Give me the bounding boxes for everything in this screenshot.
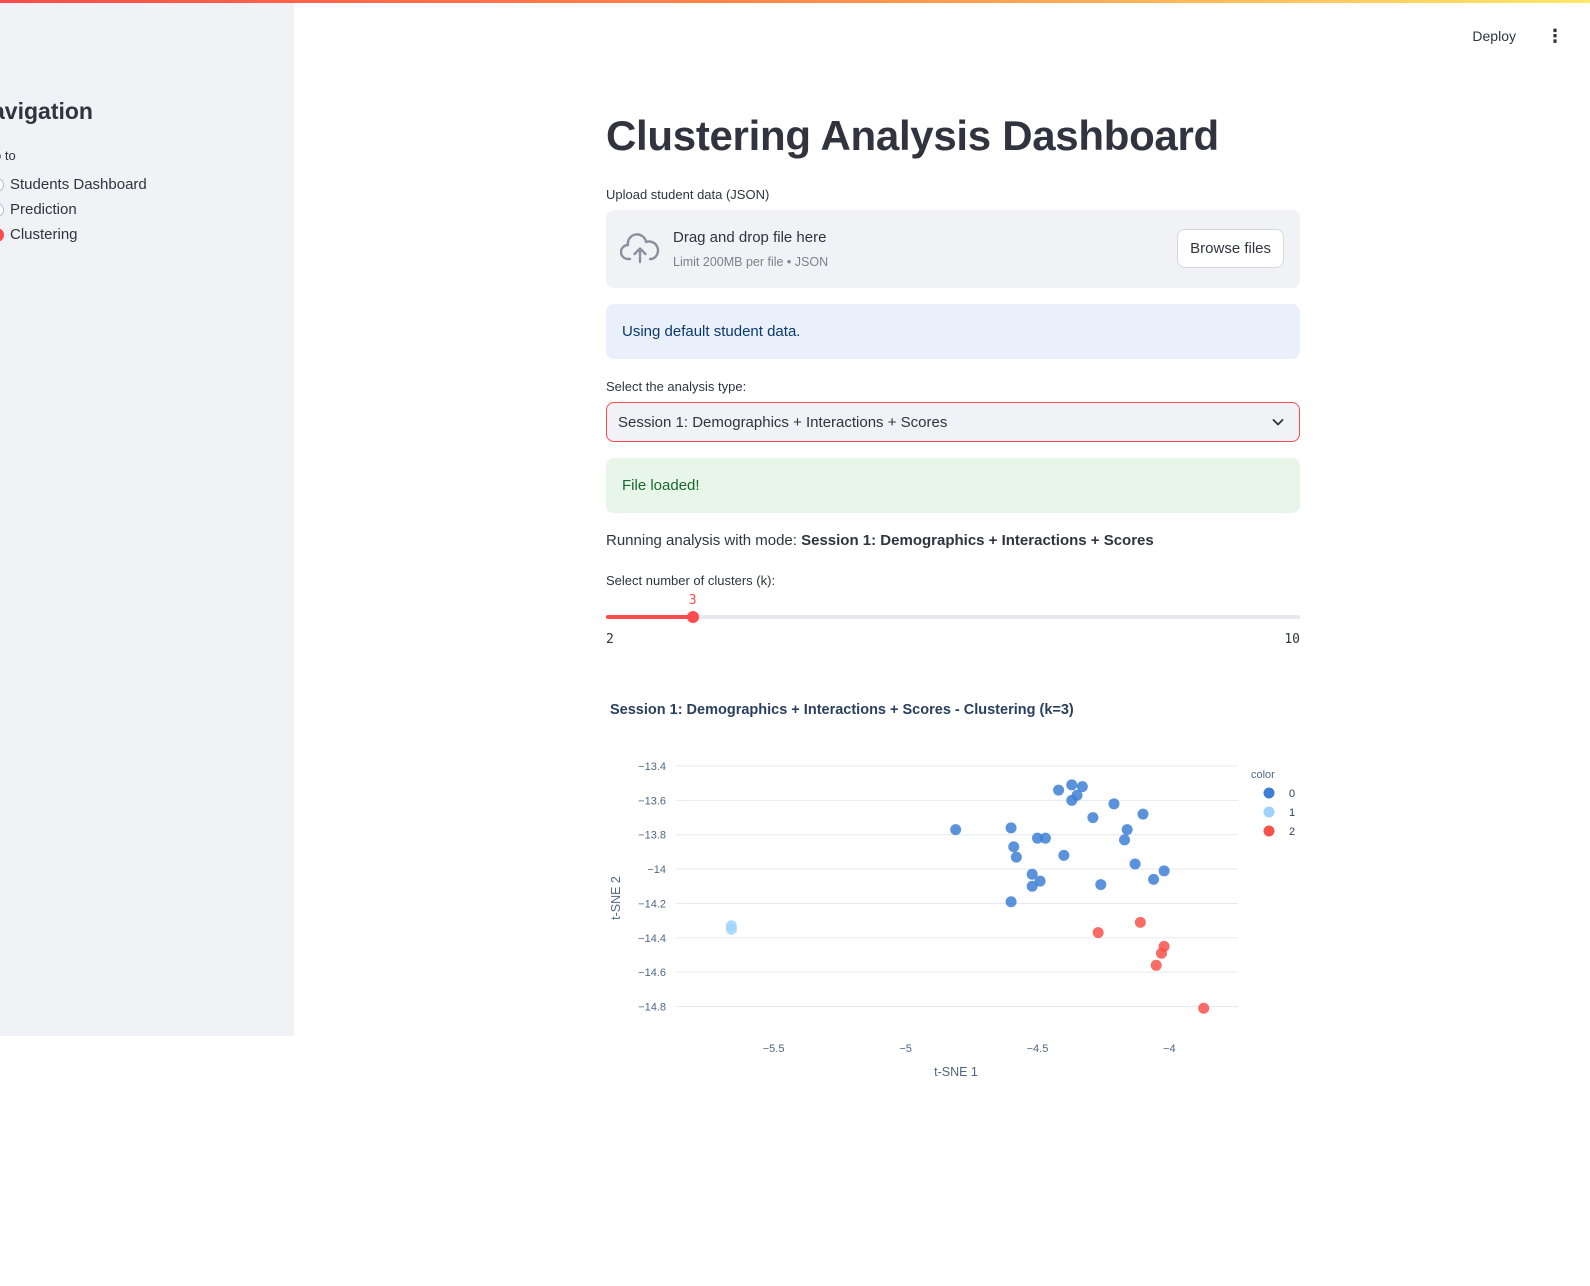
radio-selected-icon bbox=[0, 227, 4, 242]
x-tick-label: −5 bbox=[899, 1043, 912, 1055]
deploy-button[interactable]: Deploy bbox=[1466, 24, 1522, 48]
scatter-point-cluster-0[interactable] bbox=[1066, 779, 1078, 791]
analysis-type-label: Select the analysis type: bbox=[606, 379, 747, 394]
scatter-point-cluster-0[interactable] bbox=[1087, 812, 1099, 824]
browse-files-button[interactable]: Browse files bbox=[1177, 229, 1284, 268]
chevron-down-icon bbox=[1272, 419, 1284, 426]
cluster-slider-track[interactable] bbox=[606, 615, 1300, 619]
scatter-point-cluster-0[interactable] bbox=[1129, 858, 1141, 870]
scatter-point-cluster-0[interactable] bbox=[1119, 834, 1131, 846]
page-title: Clustering Analysis Dashboard bbox=[606, 112, 1219, 159]
dropzone-limit: Limit 200MB per file • JSON bbox=[673, 255, 829, 269]
header-toolbar: Deploy ⋮ bbox=[1466, 24, 1570, 48]
scatter-point-cluster-0[interactable] bbox=[1010, 851, 1022, 863]
nav-item-label: Students Dashboard bbox=[10, 176, 147, 193]
nav-item-label: Clustering bbox=[10, 226, 78, 243]
y-tick-label: −14.8 bbox=[638, 1002, 666, 1014]
legend-marker-2 bbox=[1263, 825, 1275, 837]
scatter-point-cluster-2[interactable] bbox=[1155, 947, 1167, 959]
cluster-slider-max: 10 bbox=[1284, 632, 1300, 647]
nav-item-clustering[interactable]: Clustering bbox=[0, 222, 147, 247]
scatter-point-cluster-0[interactable] bbox=[1008, 841, 1020, 853]
y-tick-label: −14.6 bbox=[638, 967, 666, 979]
y-tick-label: −13.4 bbox=[638, 761, 666, 773]
scatter-point-cluster-0[interactable] bbox=[1005, 822, 1017, 834]
scatter-point-cluster-0[interactable] bbox=[1108, 798, 1120, 810]
analysis-type-select[interactable]: Session 1: Demographics + Interactions +… bbox=[606, 402, 1300, 442]
scatter-point-cluster-0[interactable] bbox=[1026, 880, 1038, 892]
y-tick-label: −14.4 bbox=[638, 933, 666, 945]
scatter-point-cluster-0[interactable] bbox=[1053, 784, 1065, 796]
dropzone-instructions: Drag and drop file here bbox=[673, 229, 827, 246]
top-decoration-bar bbox=[0, 0, 1590, 3]
nav-item-label: Prediction bbox=[10, 201, 77, 218]
scatter-point-cluster-2[interactable] bbox=[1198, 1002, 1210, 1014]
radio-unselected-icon bbox=[0, 202, 4, 217]
legend-label-0[interactable]: 0 bbox=[1289, 788, 1295, 800]
y-tick-label: −14 bbox=[647, 864, 666, 876]
analysis-type-value: Session 1: Demographics + Interactions +… bbox=[618, 413, 948, 431]
legend-marker-1 bbox=[1263, 806, 1275, 818]
scatter-point-cluster-2[interactable] bbox=[1150, 959, 1162, 971]
run-status-mode: Session 1: Demographics + Interactions +… bbox=[801, 532, 1154, 549]
scatter-point-cluster-0[interactable] bbox=[1066, 794, 1078, 806]
cluster-slider-value: 3 bbox=[688, 593, 697, 608]
scatter-point-cluster-0[interactable] bbox=[1076, 781, 1088, 793]
file-dropzone[interactable]: Drag and drop file here Limit 200MB per … bbox=[606, 210, 1300, 288]
x-tick-label: −4.5 bbox=[1027, 1043, 1049, 1055]
scatter-point-cluster-2[interactable] bbox=[1092, 927, 1104, 939]
run-status-prefix: Running analysis with mode: bbox=[606, 532, 797, 549]
y-tick-label: −13.8 bbox=[638, 830, 666, 842]
legend-label-1[interactable]: 1 bbox=[1289, 807, 1295, 819]
sidebar: avigation o to Students Dashboard Predic… bbox=[0, 0, 294, 1036]
legend-label-2[interactable]: 2 bbox=[1289, 826, 1295, 838]
upload-label: Upload student data (JSON) bbox=[606, 187, 770, 202]
scatter-point-cluster-0[interactable] bbox=[1121, 824, 1133, 836]
scatter-point-cluster-0[interactable] bbox=[1058, 849, 1070, 861]
y-axis-label: t-SNE 2 bbox=[609, 876, 623, 920]
scatter-point-cluster-0[interactable] bbox=[1039, 832, 1051, 844]
run-status-text: Running analysis with mode: Session 1: D… bbox=[606, 532, 1154, 549]
cluster-count-label: Select number of clusters (k): bbox=[606, 573, 776, 588]
nav-radio-group: Students Dashboard Prediction Clustering bbox=[0, 172, 147, 247]
scatter-point-cluster-0[interactable] bbox=[1137, 808, 1149, 820]
scatter-plot-svg[interactable]: −13.4 −13.6 −13.8 −14 −14.2 −14.4 −14.6 −14.8 −5… bbox=[606, 690, 1300, 1090]
info-alert: Using default student data. bbox=[606, 304, 1300, 359]
cloud-upload-icon bbox=[620, 233, 660, 264]
goto-label: o to bbox=[0, 148, 16, 163]
y-tick-label: −14.2 bbox=[638, 898, 666, 910]
scatter-point-cluster-0[interactable] bbox=[1148, 873, 1160, 885]
nav-item-students-dashboard[interactable]: Students Dashboard bbox=[0, 172, 147, 197]
x-tick-label: −4 bbox=[1163, 1043, 1176, 1055]
y-tick-label: −13.6 bbox=[638, 795, 666, 807]
sidebar-title: avigation bbox=[0, 98, 93, 124]
success-alert: File loaded! bbox=[606, 458, 1300, 513]
x-tick-label: −5.5 bbox=[763, 1043, 785, 1055]
x-axis-label: t-SNE 1 bbox=[934, 1065, 978, 1079]
scatter-point-cluster-0[interactable] bbox=[1158, 865, 1170, 877]
cluster-slider-min: 2 bbox=[606, 632, 614, 647]
scatter-point-cluster-0[interactable] bbox=[1005, 896, 1017, 908]
legend-title: color bbox=[1251, 769, 1275, 781]
cluster-slider-fill bbox=[606, 615, 693, 619]
legend-marker-0 bbox=[1263, 787, 1275, 799]
cluster-slider-thumb[interactable] bbox=[686, 611, 699, 623]
nav-item-prediction[interactable]: Prediction bbox=[0, 197, 147, 222]
radio-unselected-icon bbox=[0, 177, 4, 192]
scatter-point-cluster-1[interactable] bbox=[725, 923, 737, 935]
scatter-point-cluster-0[interactable] bbox=[950, 824, 962, 836]
scatter-point-cluster-0[interactable] bbox=[1095, 879, 1107, 891]
scatter-point-cluster-2[interactable] bbox=[1134, 916, 1146, 928]
cluster-scatter-chart: Session 1: Demographics + Interactions +… bbox=[606, 690, 1300, 1090]
main-menu-icon[interactable]: ⋮ bbox=[1540, 25, 1570, 47]
